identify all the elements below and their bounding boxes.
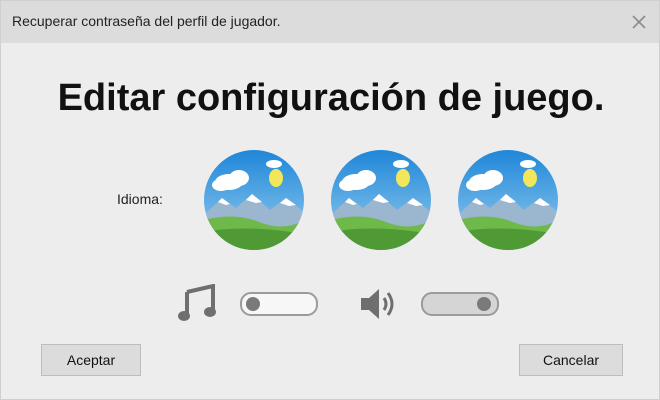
title-bar: Recuperar contraseña del perfil de jugad… — [1, 1, 659, 43]
dialog-window: Recuperar contraseña del perfil de jugad… — [0, 0, 660, 400]
language-option-1[interactable] — [204, 150, 304, 250]
sound-toggle[interactable] — [421, 292, 499, 316]
close-icon[interactable] — [629, 12, 649, 32]
language-option-3[interactable] — [458, 150, 558, 250]
landscape-image — [331, 150, 431, 250]
music-toggle-knob — [246, 297, 260, 311]
cancel-button[interactable]: Cancelar — [519, 344, 623, 376]
speaker-icon — [359, 285, 399, 328]
accept-button[interactable]: Aceptar — [41, 344, 141, 376]
landscape-image — [204, 150, 304, 250]
sound-toggle-knob — [477, 297, 491, 311]
language-option-2[interactable] — [331, 150, 431, 250]
window-title: Recuperar contraseña del perfil de jugad… — [12, 13, 281, 29]
landscape-image — [458, 150, 558, 250]
music-note-icon — [177, 283, 217, 329]
language-label: Idioma: — [117, 191, 163, 207]
page-title: Editar configuración de juego. — [57, 77, 605, 119]
music-toggle[interactable] — [240, 292, 318, 316]
